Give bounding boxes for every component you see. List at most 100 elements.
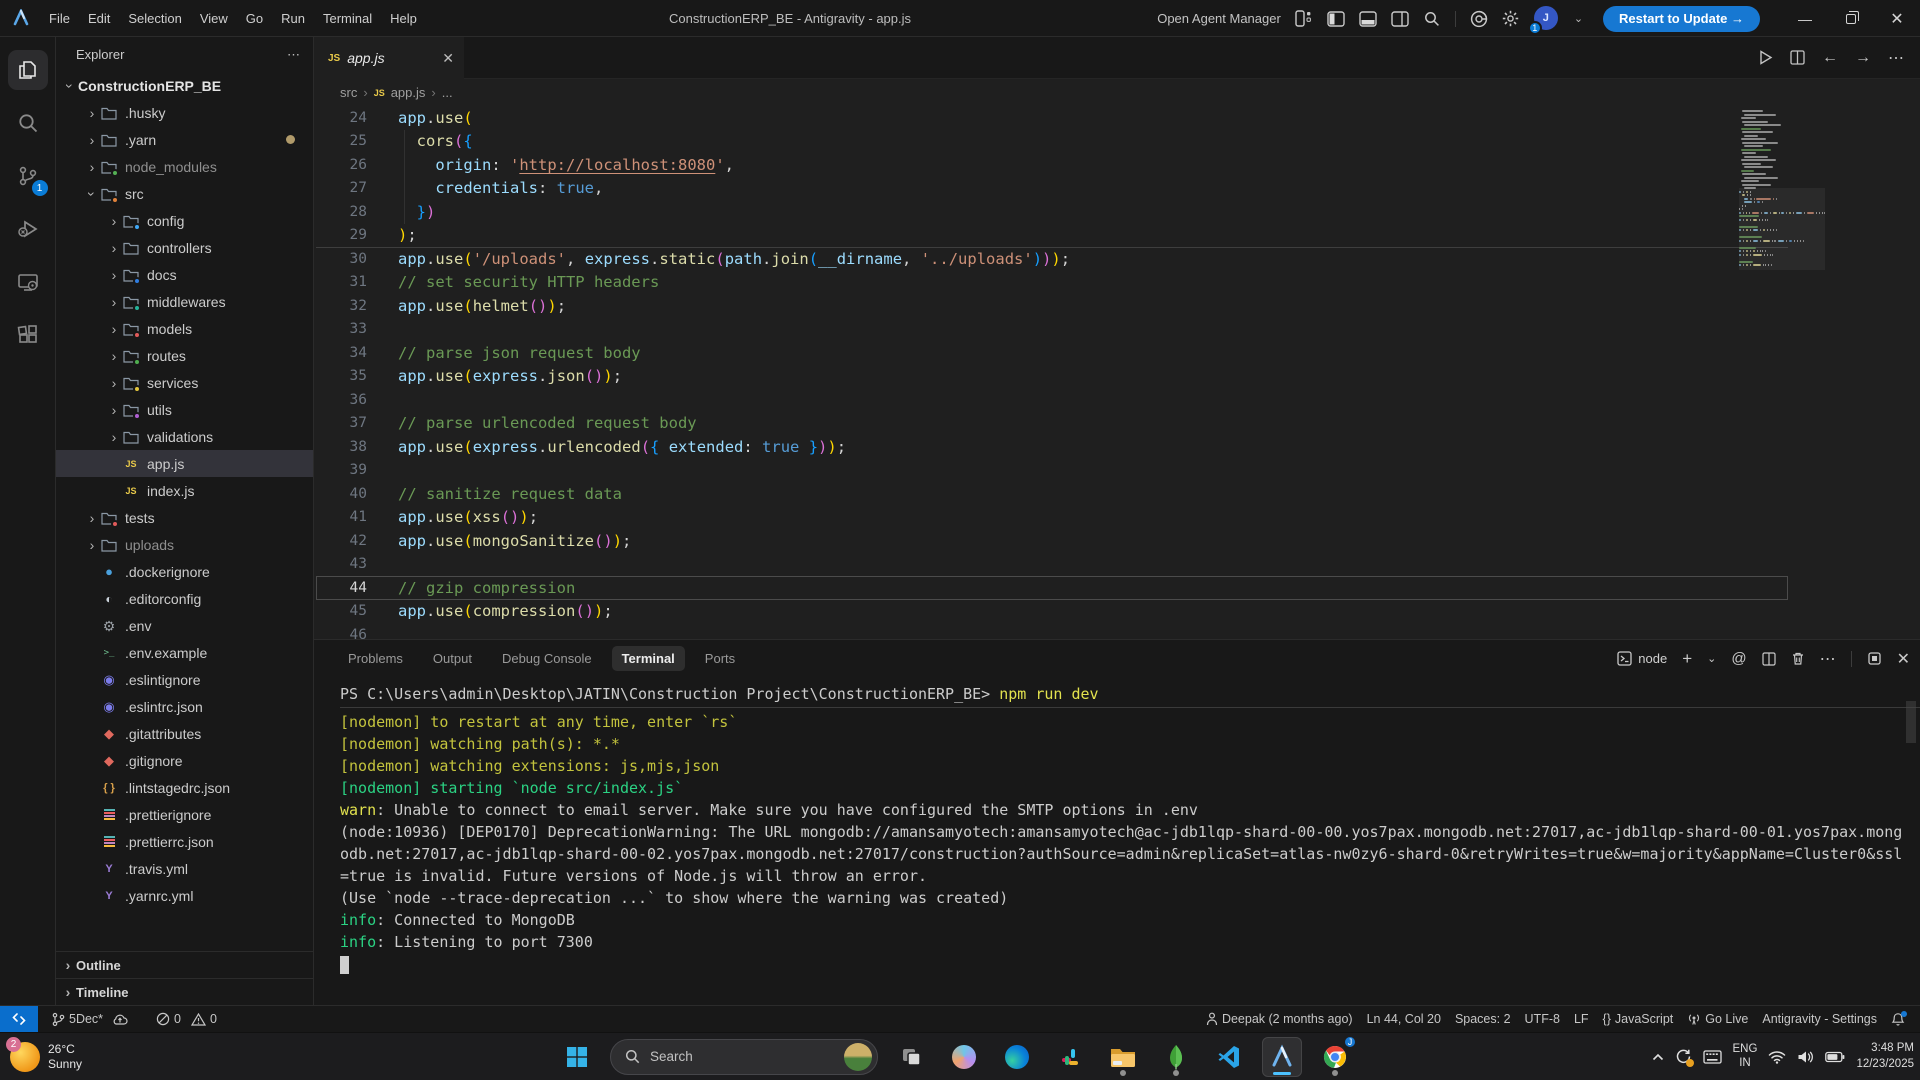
- terminal-process[interactable]: node: [1617, 651, 1667, 666]
- file-tree-item-utils[interactable]: ›utils: [56, 396, 313, 423]
- code-line-32[interactable]: 32app.use(helmet());: [314, 294, 1920, 318]
- file-tree-item-models[interactable]: ›models: [56, 315, 313, 342]
- go-live-button[interactable]: Go Live: [1680, 1012, 1755, 1026]
- restart-to-update-button[interactable]: Restart to Update →: [1603, 6, 1760, 32]
- explorer-more-actions-icon[interactable]: ⋯: [287, 47, 301, 63]
- breadcrumb-file[interactable]: app.js: [391, 85, 426, 100]
- code-line-35[interactable]: 35app.use(express.json());: [314, 365, 1920, 389]
- menu-selection[interactable]: Selection: [119, 7, 190, 30]
- remote-indicator[interactable]: [0, 1006, 38, 1033]
- terminal-scrollbar[interactable]: [1906, 701, 1916, 743]
- file-tree-item-services[interactable]: ›services: [56, 369, 313, 396]
- minimize-button[interactable]: —: [1782, 0, 1828, 37]
- code-line-43[interactable]: 43: [314, 553, 1920, 577]
- menu-run[interactable]: Run: [272, 7, 314, 30]
- file-tree-item-constructionerp-be[interactable]: ›ConstructionERP_BE: [56, 72, 313, 99]
- toggle-left-sidebar-icon[interactable]: [1327, 10, 1345, 28]
- file-tree-item-node-modules[interactable]: ›node_modules: [56, 153, 313, 180]
- sidebar-item-extensions[interactable]: [0, 308, 56, 361]
- code-line-39[interactable]: 39: [314, 459, 1920, 483]
- kill-terminal-icon[interactable]: [1791, 651, 1805, 666]
- taskbar-app-edge[interactable]: [997, 1037, 1037, 1077]
- code-editor[interactable]: 24app.use(25 cors({26 origin: 'http://lo…: [314, 106, 1920, 639]
- menu-go[interactable]: Go: [237, 7, 272, 30]
- notifications-button[interactable]: [1884, 1012, 1912, 1027]
- code-line-46[interactable]: 46: [314, 623, 1920, 639]
- settings-sync-status[interactable]: Antigravity - Settings: [1755, 1012, 1884, 1026]
- git-branch-status[interactable]: 5Dec*: [44, 1012, 135, 1027]
- toggle-bottom-panel-icon[interactable]: [1359, 10, 1377, 28]
- sidebar-item-remote-explorer[interactable]: [0, 255, 56, 308]
- problems-status[interactable]: 0 0: [149, 1012, 224, 1026]
- file-tree-item--husky[interactable]: ›.husky: [56, 99, 313, 126]
- file-tree-item--prettierignore[interactable]: .prettierignore: [56, 801, 313, 828]
- code-line-26[interactable]: 26 origin: 'http://localhost:8080',: [314, 153, 1920, 177]
- file-tree-item-src[interactable]: ›src: [56, 180, 313, 207]
- file-tree-item-app-js[interactable]: JSapp.js: [56, 450, 313, 477]
- taskbar-app-vscode[interactable]: [1209, 1037, 1249, 1077]
- file-tree-item-config[interactable]: ›config: [56, 207, 313, 234]
- timeline-section[interactable]: › Timeline: [56, 978, 313, 1005]
- sidebar-item-run-debug[interactable]: [0, 202, 56, 255]
- panel-more-actions-icon[interactable]: ⋯: [1820, 649, 1836, 669]
- code-line-38[interactable]: 38app.use(express.urlencoded({ extended:…: [314, 435, 1920, 459]
- file-tree-item-index-js[interactable]: JSindex.js: [56, 477, 313, 504]
- menu-help[interactable]: Help: [381, 7, 426, 30]
- code-line-30[interactable]: 30app.use('/uploads', express.static(pat…: [314, 247, 1920, 271]
- file-tree-item-docs[interactable]: ›docs: [56, 261, 313, 288]
- file-tree-item-validations[interactable]: ›validations: [56, 423, 313, 450]
- indentation-status[interactable]: Spaces: 2: [1448, 1012, 1518, 1026]
- taskbar-app-copilot[interactable]: [944, 1037, 984, 1077]
- panel-tab-output[interactable]: Output: [423, 646, 482, 671]
- file-tree-item--travis-yml[interactable]: Y.travis.yml: [56, 855, 313, 882]
- agent-manager-icon[interactable]: [1295, 10, 1313, 28]
- file-tree-item--eslintrc-json[interactable]: ◉.eslintrc.json: [56, 693, 313, 720]
- file-tree-item--env-example[interactable]: >_.env.example: [56, 639, 313, 666]
- outline-section[interactable]: › Outline: [56, 951, 313, 978]
- code-line-36[interactable]: 36: [314, 388, 1920, 412]
- code-line-33[interactable]: 33: [314, 318, 1920, 342]
- at-mention-icon[interactable]: @: [1731, 650, 1746, 667]
- tab-app-js[interactable]: JS app.js ✕: [314, 37, 464, 79]
- restore-button[interactable]: [1828, 0, 1874, 37]
- file-tree-item-controllers[interactable]: ›controllers: [56, 234, 313, 261]
- file-tree-item--yarn[interactable]: ›.yarn: [56, 126, 313, 153]
- terminal-dropdown-icon[interactable]: ⌄: [1707, 652, 1716, 665]
- split-editor-icon[interactable]: [1790, 50, 1805, 65]
- breadcrumb-symbol[interactable]: ...: [442, 85, 453, 100]
- code-line-24[interactable]: 24app.use(: [314, 106, 1920, 130]
- sync-icon[interactable]: [1675, 1048, 1692, 1065]
- weather-widget[interactable]: 2 26°C Sunny: [10, 1042, 82, 1072]
- sidebar-item-explorer[interactable]: [0, 43, 56, 96]
- code-line-28[interactable]: 28 }): [314, 200, 1920, 224]
- split-terminal-icon[interactable]: [1762, 652, 1776, 666]
- open-agent-manager-button[interactable]: Open Agent Manager: [1157, 11, 1281, 26]
- code-line-34[interactable]: 34// parse json request body: [314, 341, 1920, 365]
- clock[interactable]: 3:48 PM 12/23/2025: [1856, 1041, 1914, 1072]
- code-line-44[interactable]: 44// gzip compression: [314, 576, 1920, 600]
- git-blame-status[interactable]: Deepak (2 months ago): [1199, 1012, 1360, 1026]
- menu-terminal[interactable]: Terminal: [314, 7, 381, 30]
- code-line-41[interactable]: 41app.use(xss());: [314, 506, 1920, 530]
- navigate-back-icon[interactable]: ←: [1822, 49, 1838, 67]
- file-tree-item--editorconfig[interactable]: ◐.editorconfig: [56, 585, 313, 612]
- code-line-31[interactable]: 31// set security HTTP headers: [314, 271, 1920, 295]
- file-tree-item--eslintignore[interactable]: ◉.eslintignore: [56, 666, 313, 693]
- file-tree-item--lintstagedrc-json[interactable]: { }.lintstagedrc.json: [56, 774, 313, 801]
- code-line-40[interactable]: 40// sanitize request data: [314, 482, 1920, 506]
- file-tree-item-routes[interactable]: ›routes: [56, 342, 313, 369]
- file-tree-item-middlewares[interactable]: ›middlewares: [56, 288, 313, 315]
- panel-tab-debug-console[interactable]: Debug Console: [492, 646, 602, 671]
- file-tree-item--dockerignore[interactable]: ●.dockerignore: [56, 558, 313, 585]
- file-tree-item-uploads[interactable]: ›uploads: [56, 531, 313, 558]
- language-mode-status[interactable]: {} JavaScript: [1596, 1012, 1681, 1026]
- file-tree-item--env[interactable]: ⚙.env: [56, 612, 313, 639]
- breadcrumb[interactable]: src › JS app.js › ...: [314, 79, 1920, 106]
- taskbar-app-file-explorer[interactable]: [1103, 1037, 1143, 1077]
- run-file-icon[interactable]: [1758, 50, 1773, 65]
- code-line-45[interactable]: 45app.use(compression());: [314, 600, 1920, 624]
- browser-icon[interactable]: [1470, 10, 1488, 28]
- taskbar-app-slack[interactable]: [1050, 1037, 1090, 1077]
- close-panel-icon[interactable]: ✕: [1897, 649, 1910, 669]
- volume-icon[interactable]: [1797, 1050, 1814, 1064]
